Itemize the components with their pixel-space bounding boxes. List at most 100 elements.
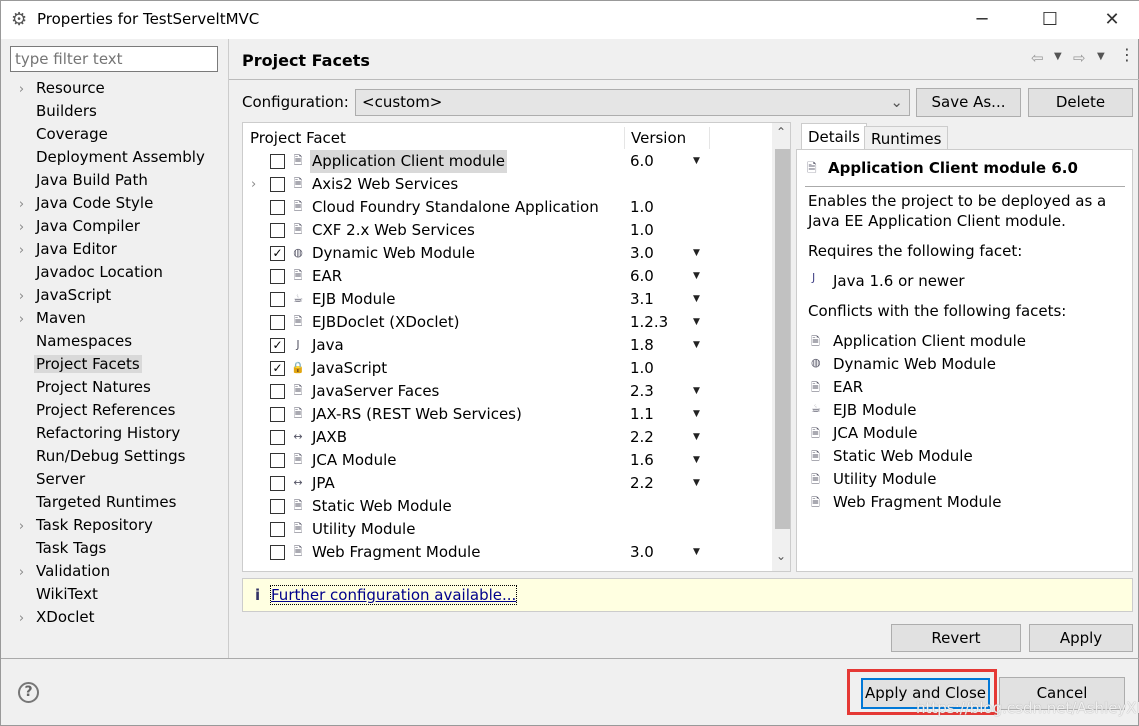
table-row[interactable]: 🗎 Cloud Foundry Standalone Application 1.0 xyxy=(243,196,773,219)
version-dropdown-icon[interactable]: ▼ xyxy=(693,242,700,265)
version-dropdown-icon[interactable]: ▼ xyxy=(693,541,700,564)
version-dropdown-icon[interactable]: ▼ xyxy=(693,403,700,426)
version-dropdown-icon[interactable]: ▼ xyxy=(693,380,700,403)
sidebar-item[interactable]: › Java Editor xyxy=(9,238,119,260)
table-row[interactable]: 🗎 JAX-RS (REST Web Services) 1.1 ▼ xyxy=(243,403,773,426)
sidebar-item[interactable]: Project Facets xyxy=(9,353,142,375)
table-row[interactable]: ✓ ◍ Dynamic Web Module 3.0 ▼ xyxy=(243,242,773,265)
facet-checkbox[interactable] xyxy=(270,499,285,514)
version-dropdown-icon[interactable]: ▼ xyxy=(693,311,700,334)
sidebar-item[interactable]: Java Build Path xyxy=(9,169,150,191)
version-dropdown-icon[interactable]: ▼ xyxy=(693,334,700,357)
sidebar-item[interactable]: Server xyxy=(9,468,87,490)
table-row[interactable]: › 🗎 Axis2 Web Services xyxy=(243,173,773,196)
table-row[interactable]: 🗎 Application Client module 6.0 ▼ xyxy=(243,150,773,173)
table-row[interactable]: ✓ 🔒 JavaScript 1.0 xyxy=(243,357,773,380)
facet-checkbox[interactable] xyxy=(270,476,285,491)
version-dropdown-icon[interactable]: ▼ xyxy=(693,449,700,472)
scroll-up-icon[interactable]: ⌃ xyxy=(776,125,786,139)
sidebar-item[interactable]: Targeted Runtimes xyxy=(9,491,178,513)
forward-icon[interactable]: ⇨ xyxy=(1073,49,1086,67)
forward-menu-icon[interactable]: ▼ xyxy=(1097,51,1105,62)
sidebar-item-label: Java Editor xyxy=(36,240,117,258)
facet-name: JavaServer Faces xyxy=(312,382,440,400)
delete-button[interactable]: Delete xyxy=(1028,88,1133,117)
facet-checkbox[interactable] xyxy=(270,154,285,169)
facet-checkbox[interactable]: ✓ xyxy=(270,246,285,261)
version-dropdown-icon[interactable]: ▼ xyxy=(693,426,700,449)
back-menu-icon[interactable]: ▼ xyxy=(1054,51,1062,62)
facet-checkbox[interactable]: ✓ xyxy=(270,361,285,376)
sidebar-item[interactable]: › JavaScript xyxy=(9,284,113,306)
facet-checkbox[interactable] xyxy=(270,223,285,238)
sidebar-item[interactable]: Deployment Assembly xyxy=(9,146,207,168)
version-dropdown-icon[interactable]: ▼ xyxy=(693,265,700,288)
table-row[interactable]: 🗎 EAR 6.0 ▼ xyxy=(243,265,773,288)
tab-runtimes[interactable]: Runtimes xyxy=(864,126,949,150)
chevron-right-icon: › xyxy=(18,312,25,327)
table-row[interactable]: ✓ J Java 1.8 ▼ xyxy=(243,334,773,357)
close-button[interactable]: ✕ xyxy=(1089,1,1135,39)
facet-checkbox[interactable] xyxy=(270,430,285,445)
help-icon[interactable]: ? xyxy=(18,682,39,703)
facet-checkbox[interactable]: ✓ xyxy=(270,338,285,353)
sidebar-item[interactable]: Run/Debug Settings xyxy=(9,445,187,467)
facet-checkbox[interactable] xyxy=(270,407,285,422)
facet-checkbox[interactable] xyxy=(270,453,285,468)
table-row[interactable]: 🗎 EJBDoclet (XDoclet) 1.2.3 ▼ xyxy=(243,311,773,334)
filter-input[interactable] xyxy=(10,46,218,72)
minimize-button[interactable]: ─ xyxy=(959,1,1005,39)
table-row[interactable]: 🗎 Web Fragment Module 3.0 ▼ xyxy=(243,541,773,564)
facet-checkbox[interactable] xyxy=(270,292,285,307)
column-header-facet[interactable]: Project Facet xyxy=(250,127,346,149)
chevron-right-icon: › xyxy=(18,220,25,235)
version-dropdown-icon[interactable]: ▼ xyxy=(693,288,700,311)
sidebar-item[interactable]: › Task Repository xyxy=(9,514,155,536)
sidebar-item[interactable]: Namespaces xyxy=(9,330,134,352)
facet-checkbox[interactable] xyxy=(270,269,285,284)
table-row[interactable]: ☕ EJB Module 3.1 ▼ xyxy=(243,288,773,311)
table-row[interactable]: 🗎 CXF 2.x Web Services 1.0 xyxy=(243,219,773,242)
table-row[interactable]: 🗎 Static Web Module xyxy=(243,495,773,518)
facet-checkbox[interactable] xyxy=(270,315,285,330)
tab-details[interactable]: Details xyxy=(801,123,868,151)
table-row[interactable]: ↔ JAXB 2.2 ▼ xyxy=(243,426,773,449)
sidebar-item[interactable]: › Validation xyxy=(9,560,112,582)
facet-checkbox[interactable] xyxy=(270,384,285,399)
configuration-select[interactable]: <custom> ⌄ xyxy=(355,89,910,116)
sidebar-item[interactable]: Builders xyxy=(9,100,99,122)
apply-button[interactable]: Apply xyxy=(1029,624,1133,652)
view-menu-icon[interactable]: ⋮ xyxy=(1119,45,1135,64)
sidebar-item[interactable]: Coverage xyxy=(9,123,110,145)
sidebar-item[interactable]: Task Tags xyxy=(9,537,108,559)
save-as-button[interactable]: Save As... xyxy=(916,88,1021,117)
sidebar-item[interactable]: Project Natures xyxy=(9,376,153,398)
back-icon[interactable]: ⇦ xyxy=(1031,49,1044,67)
sidebar-item[interactable]: Refactoring History xyxy=(9,422,182,444)
facet-checkbox[interactable] xyxy=(270,545,285,560)
sidebar-item[interactable]: › Resource xyxy=(9,77,107,99)
sidebar-item[interactable]: Javadoc Location xyxy=(9,261,165,283)
revert-button[interactable]: Revert xyxy=(891,624,1021,652)
sidebar-item[interactable]: Project References xyxy=(9,399,177,421)
sidebar-item[interactable]: › Java Compiler xyxy=(9,215,142,237)
sidebar-item[interactable]: › Java Code Style xyxy=(9,192,155,214)
table-row[interactable]: 🗎 JCA Module 1.6 ▼ xyxy=(243,449,773,472)
further-configuration-link[interactable]: Further configuration available... xyxy=(269,585,518,605)
column-header-version[interactable]: Version xyxy=(631,127,686,149)
scroll-down-icon[interactable]: ⌄ xyxy=(776,549,786,563)
sidebar-item[interactable]: › Maven xyxy=(9,307,88,329)
table-row[interactable]: 🗎 JavaServer Faces 2.3 ▼ xyxy=(243,380,773,403)
table-row[interactable]: ↔ JPA 2.2 ▼ xyxy=(243,472,773,495)
scrollbar-thumb[interactable] xyxy=(775,149,790,529)
facet-checkbox[interactable] xyxy=(270,177,285,192)
version-dropdown-icon[interactable]: ▼ xyxy=(693,150,700,173)
maximize-button[interactable]: ☐ xyxy=(1027,1,1073,39)
sidebar-item[interactable]: WikiText xyxy=(9,583,100,605)
sidebar-item[interactable]: › XDoclet xyxy=(9,606,97,628)
facet-checkbox[interactable] xyxy=(270,200,285,215)
facet-checkbox[interactable] xyxy=(270,522,285,537)
version-dropdown-icon[interactable]: ▼ xyxy=(693,472,700,495)
chevron-right-icon[interactable]: › xyxy=(251,173,256,196)
table-row[interactable]: 🗎 Utility Module xyxy=(243,518,773,541)
